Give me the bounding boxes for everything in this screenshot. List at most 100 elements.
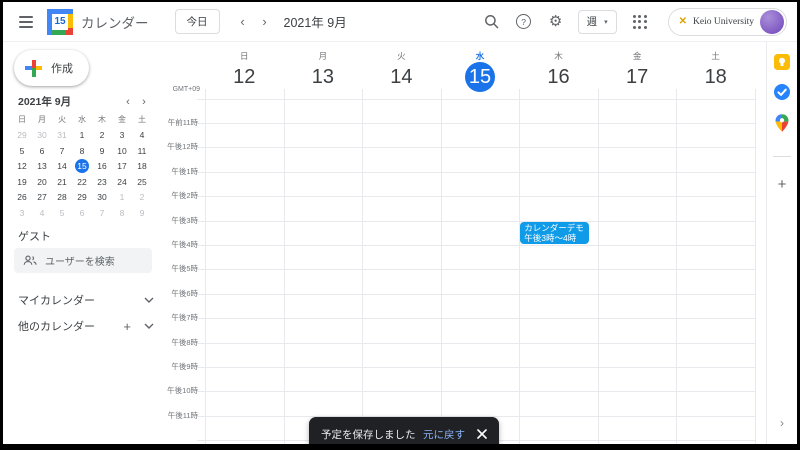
avatar[interactable] [760, 10, 784, 34]
hour-line [197, 221, 755, 222]
week-day-header[interactable]: 火14 [362, 42, 441, 94]
time-label: 午後6時 [167, 290, 198, 298]
get-addons-button[interactable]: + [778, 176, 787, 193]
settings-button[interactable]: ⚙ [543, 9, 569, 35]
mini-calendar-day[interactable]: 8 [112, 205, 132, 221]
mini-calendar-day[interactable]: 27 [32, 190, 52, 206]
mini-calendar-day[interactable]: 24 [112, 174, 132, 190]
mini-calendar-day[interactable]: 6 [72, 205, 92, 221]
column-line [441, 89, 442, 444]
mini-calendar-day[interactable]: 31 [52, 128, 72, 144]
mini-calendar-day[interactable]: 29 [72, 190, 92, 206]
mini-calendar-day[interactable]: 6 [32, 143, 52, 159]
mini-calendar-day[interactable]: 30 [32, 128, 52, 144]
mini-calendar-day[interactable]: 18 [132, 159, 152, 175]
hour-line [197, 196, 755, 197]
tasks-icon [774, 84, 790, 100]
mini-calendar-day[interactable]: 9 [132, 205, 152, 221]
mini-calendar-day[interactable]: 8 [72, 143, 92, 159]
mini-calendar-day[interactable]: 15 [72, 159, 92, 175]
week-day-header[interactable]: 土18 [676, 42, 755, 94]
tasks-button[interactable] [774, 84, 790, 103]
view-selector-dropdown[interactable]: 週 ▾ [578, 10, 617, 34]
mini-calendar-day[interactable]: 2 [132, 190, 152, 206]
week-day-header[interactable]: 日12 [205, 42, 284, 94]
column-line [755, 89, 756, 444]
mini-calendar-day[interactable]: 5 [52, 205, 72, 221]
mini-calendar-weekday: 日 [12, 112, 32, 128]
create-button[interactable]: 作成 [14, 50, 89, 86]
mini-calendar-next-button[interactable]: › [136, 96, 152, 108]
week-day-header[interactable]: 金17 [598, 42, 677, 94]
hour-line [197, 147, 755, 148]
week-day-header[interactable]: 木16 [519, 42, 598, 94]
mini-calendar-day[interactable]: 7 [52, 143, 72, 159]
maps-button[interactable] [776, 114, 789, 135]
week-day-header[interactable]: 月13 [284, 42, 363, 94]
mini-calendar-day[interactable]: 9 [92, 143, 112, 159]
add-calendar-button[interactable]: + [123, 319, 131, 334]
mini-calendar-weekday: 金 [112, 112, 132, 128]
mini-calendar-day[interactable]: 22 [72, 174, 92, 190]
toast-close-button[interactable] [477, 429, 487, 439]
mini-calendar-day[interactable]: 25 [132, 174, 152, 190]
google-apps-button[interactable] [627, 9, 653, 35]
search-button[interactable] [479, 9, 505, 35]
column-line [284, 89, 285, 444]
mini-calendar-day[interactable]: 13 [32, 159, 52, 175]
mini-calendar-day[interactable]: 17 [112, 159, 132, 175]
mini-calendar-day[interactable]: 19 [12, 174, 32, 190]
today-button[interactable]: 今日 [175, 9, 220, 34]
chevron-left-icon: ‹ [240, 14, 244, 29]
event-chip[interactable]: カレンダーデモ 午後3時～4時 [520, 222, 589, 244]
mini-calendar-day[interactable]: 4 [32, 205, 52, 221]
mini-calendar-day[interactable]: 11 [132, 143, 152, 159]
mini-calendar-day[interactable]: 12 [12, 159, 32, 175]
mini-calendar-day[interactable]: 16 [92, 159, 112, 175]
previous-week-button[interactable]: ‹ [232, 11, 254, 33]
account-chip[interactable]: ✕ Keio University [668, 8, 787, 36]
mini-calendar-day[interactable]: 3 [112, 128, 132, 144]
mini-calendar-day[interactable]: 4 [132, 128, 152, 144]
search-users-input[interactable]: ユーザーを検索 [14, 248, 152, 273]
time-label: 午後4時 [167, 241, 198, 249]
time-grid[interactable]: カレンダーデモ 午後3時～4時 午前11時午後12時午後1時午後2時午後3時午後… [167, 96, 766, 444]
hide-side-panel-button[interactable]: › [780, 416, 784, 430]
other-calendars-label: 他のカレンダー [18, 318, 95, 334]
gear-icon: ⚙ [549, 14, 562, 29]
mini-calendar-day[interactable]: 3 [12, 205, 32, 221]
mini-calendar-day[interactable]: 21 [52, 174, 72, 190]
mini-calendar-day[interactable]: 10 [112, 143, 132, 159]
mini-calendar-day[interactable]: 2 [92, 128, 112, 144]
mini-calendar-day[interactable]: 23 [92, 174, 112, 190]
undo-button[interactable]: 元に戻す [423, 427, 465, 442]
mini-calendar-day[interactable]: 1 [72, 128, 92, 144]
maps-icon [776, 114, 789, 132]
my-calendars-section[interactable]: マイカレンダー [18, 292, 154, 308]
mini-calendar-day[interactable]: 26 [12, 190, 32, 206]
hour-line [197, 245, 755, 246]
day-number: 15 [465, 62, 495, 92]
left-sidebar: 作成 2021年 9月 ‹ › 日月火水木金土29303112345678910… [3, 42, 167, 444]
chevron-left-icon: ‹ [126, 96, 130, 108]
main-menu-button[interactable] [15, 16, 37, 28]
mini-calendar-prev-button[interactable]: ‹ [120, 96, 136, 108]
day-number: 18 [701, 62, 731, 92]
mini-calendar-day[interactable]: 1 [112, 190, 132, 206]
keep-button[interactable] [774, 54, 790, 73]
next-week-button[interactable]: › [254, 11, 276, 33]
help-button[interactable]: ? [511, 9, 537, 35]
search-users-placeholder: ユーザーを検索 [45, 253, 115, 268]
mini-calendar-day[interactable]: 14 [52, 159, 72, 175]
week-day-header[interactable]: 水15 [441, 42, 520, 94]
calendar-logo-icon: 15 [47, 9, 73, 35]
mini-calendar-day[interactable]: 7 [92, 205, 112, 221]
other-calendars-section[interactable]: 他のカレンダー + [18, 318, 154, 334]
mini-calendar-day[interactable]: 30 [92, 190, 112, 206]
mini-calendar-day[interactable]: 29 [12, 128, 32, 144]
mini-calendar-day[interactable]: 5 [12, 143, 32, 159]
mini-calendar-day[interactable]: 28 [52, 190, 72, 206]
day-number: 12 [229, 62, 259, 92]
mini-calendar-day[interactable]: 20 [32, 174, 52, 190]
week-day-row: GMT+09 日12月13火14水15木16金17土18 [167, 42, 766, 96]
